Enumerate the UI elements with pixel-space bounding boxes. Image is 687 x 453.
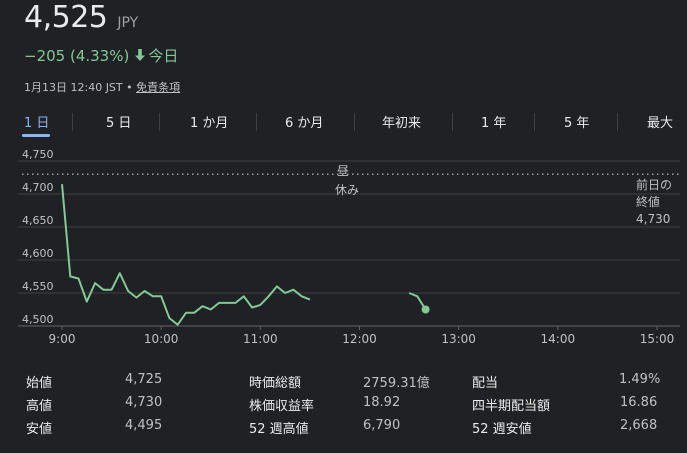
y-tick-label: 4,650 — [22, 214, 54, 227]
arrow-down-icon — [135, 47, 146, 65]
previous-close-label: 4,730 — [636, 212, 670, 226]
previous-close-label: 前日の — [636, 177, 672, 192]
active-tab-indicator — [22, 134, 50, 137]
tab-divider — [354, 113, 355, 131]
quote-meta: 1月13日 12:40 JST • 免責条項 — [24, 79, 180, 95]
y-tick-label: 4,500 — [22, 313, 54, 326]
tab-divider — [534, 113, 535, 131]
tab-5-year[interactable]: 5 年 — [564, 112, 589, 131]
stat-quarterly-dividend-label: 四半期配当額 — [472, 399, 551, 414]
tab-1-day[interactable]: 1 日 — [24, 112, 49, 131]
stat-high-value: 4,730 — [125, 395, 163, 410]
stat-high-label: 高値 — [26, 399, 53, 414]
current-price: 4,525 — [24, 0, 108, 35]
x-tick-label: 11:00 — [243, 332, 278, 346]
stat-pe-ratio-value: 18.92 — [363, 395, 401, 410]
tab-5-day[interactable]: 5 日 — [106, 112, 131, 131]
price-chart[interactable]: 4,750 4,700 4,650 4,600 4,550 4,500 前日の終値 4,730… — [0, 150, 687, 360]
quote-timestamp: 1月13日 12:40 JST — [24, 81, 123, 94]
tab-divider — [159, 113, 160, 131]
meta-separator: • — [126, 81, 133, 94]
stat-open-value: 4,725 — [125, 372, 163, 387]
stat-pe-ratio-label: 株価収益率 — [249, 399, 315, 414]
quote-header: 4,525 JPY — [24, 0, 138, 40]
tab-max[interactable]: 最大 — [647, 112, 673, 131]
morning-price-line — [61, 184, 311, 326]
disclaimer-link[interactable]: 免責条項 — [136, 81, 180, 94]
tab-1-month[interactable]: 1 か月 — [190, 112, 228, 131]
stat-market-cap-value: 2759.31億 — [363, 376, 430, 391]
lunch-break-label: 昼 — [337, 164, 349, 178]
stat-52wk-high-value: 6,790 — [363, 418, 401, 433]
stat-quarterly-dividend-value: 16.86 — [620, 395, 658, 410]
tab-1-year[interactable]: 1 年 — [481, 112, 506, 131]
stat-market-cap-label: 時価総額 — [249, 376, 302, 391]
change-amount: −205 (4.33%) — [24, 46, 130, 65]
stat-52wk-low-label: 52 週安値 — [472, 422, 532, 437]
stat-open-label: 始値 — [26, 376, 53, 391]
previous-close-label: 終値 — [636, 194, 660, 209]
stat-52wk-high-label: 52 週高値 — [249, 422, 309, 437]
price-change: −205 (4.33%) 今日 — [24, 45, 178, 66]
y-tick-label: 4,750 — [22, 150, 54, 161]
stat-low-label: 安値 — [26, 422, 53, 437]
stat-low-value: 4,495 — [125, 418, 163, 433]
lunch-break-label: 休み — [335, 183, 359, 197]
x-tick-label: 9:00 — [49, 332, 76, 346]
stat-52wk-low-value: 2,668 — [620, 418, 658, 433]
tab-divider — [72, 113, 73, 131]
tab-ytd[interactable]: 年初来 — [382, 112, 421, 131]
range-tabs: 1 日 5 日 1 か月 6 か月 年初来 1 年 5 年 最大 — [0, 104, 687, 140]
stat-dividend-value: 1.49% — [619, 372, 661, 387]
stat-dividend-label: 配当 — [472, 376, 499, 391]
tab-divider — [256, 113, 257, 131]
x-tick-label: 10:00 — [144, 332, 179, 346]
y-tick-label: 4,600 — [22, 247, 54, 260]
x-tick-label: 15:00 — [640, 332, 675, 346]
current-price-dot — [421, 305, 430, 314]
tab-6-month[interactable]: 6 か月 — [285, 112, 323, 131]
y-tick-label: 4,700 — [22, 181, 54, 194]
x-tick-label: 13:00 — [441, 332, 476, 346]
x-tick-label: 12:00 — [342, 332, 377, 346]
tab-divider — [452, 113, 453, 131]
y-tick-label: 4,550 — [22, 280, 54, 293]
x-tick-label: 14:00 — [541, 332, 576, 346]
tab-divider — [617, 113, 618, 131]
change-period: 今日 — [148, 47, 179, 65]
currency-code: JPY — [117, 15, 139, 31]
